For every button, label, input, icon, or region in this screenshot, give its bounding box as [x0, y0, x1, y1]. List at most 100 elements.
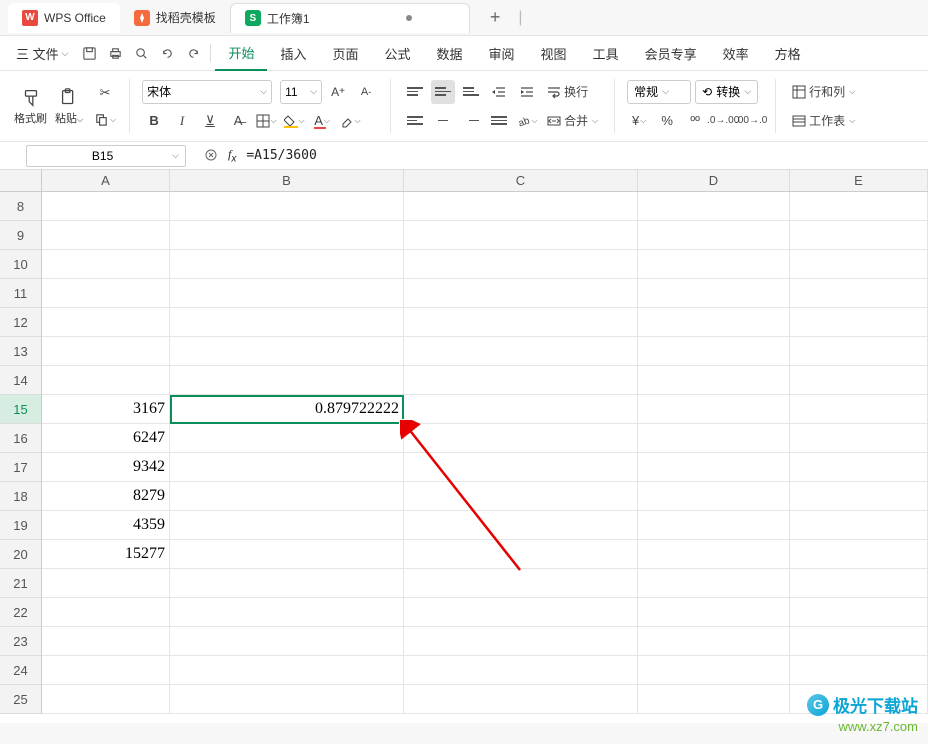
orientation-button[interactable]: ab⌵ [515, 109, 539, 133]
menu-grid[interactable]: 方格 [762, 36, 814, 71]
col-header-A[interactable]: A [42, 170, 170, 191]
menu-member[interactable]: 会员专享 [632, 36, 710, 71]
font-size-select[interactable]: 11⌵ [280, 80, 322, 104]
underline-button[interactable]: ⊻ [198, 109, 222, 133]
print-icon[interactable] [102, 40, 128, 66]
merge-button[interactable]: 合并⌵ [543, 109, 602, 133]
template-tab-label: 找稻壳模板 [156, 9, 216, 26]
cell-A16[interactable]: 6247 [42, 424, 170, 452]
name-box[interactable]: B15 ⌵ [26, 145, 186, 167]
percent-button[interactable]: % [655, 109, 679, 133]
row-header[interactable]: 8 [0, 192, 41, 221]
worksheet-button[interactable]: 工作表⌵ [788, 109, 859, 133]
col-header-C[interactable]: C [404, 170, 638, 191]
font-color-button[interactable]: A⌵ [310, 109, 334, 133]
cell-A20[interactable]: 15277 [42, 540, 170, 568]
italic-button[interactable]: I [170, 109, 194, 133]
align-left-icon [407, 114, 423, 128]
redo-icon[interactable] [180, 40, 206, 66]
menu-start[interactable]: 开始 [215, 36, 267, 71]
row-header[interactable]: 17 [0, 453, 41, 482]
add-tab-button[interactable]: + [482, 7, 509, 28]
number-format-select[interactable]: 常规⌵ [627, 80, 691, 104]
currency-button[interactable]: ¥⌵ [627, 109, 651, 133]
app-tab-workbook[interactable]: S 工作簿1 [230, 3, 470, 33]
row-header[interactable]: 19 [0, 511, 41, 540]
fill-color-button[interactable]: ⌵ [282, 109, 306, 133]
spreadsheet-icon: S [245, 10, 261, 26]
row-header[interactable]: 22 [0, 598, 41, 627]
paste-button[interactable]: 粘贴⌵ [51, 85, 87, 128]
col-header-E[interactable]: E [790, 170, 928, 191]
cell-A18[interactable]: 8279 [42, 482, 170, 510]
align-right-button[interactable] [459, 109, 483, 133]
row-header[interactable]: 23 [0, 627, 41, 656]
save-icon[interactable] [76, 40, 102, 66]
menu-bar: 三 文件 ⌵ 开始 插入 页面 公式 数据 审阅 视图 工具 会员专享 效率 方… [0, 35, 928, 70]
decrease-decimal-button[interactable]: .00→.0 [739, 109, 763, 133]
menu-page[interactable]: 页面 [319, 36, 371, 71]
row-col-button[interactable]: 行和列⌵ [788, 80, 859, 104]
chevron-down-icon: ⌵ [172, 150, 179, 161]
clear-format-button[interactable]: ⌵ [338, 109, 362, 133]
cell-A15[interactable]: 3167 [42, 395, 170, 423]
cell-A17[interactable]: 9342 [42, 453, 170, 481]
bold-button[interactable]: B [142, 109, 166, 133]
cancel-formula-button[interactable] [204, 148, 218, 162]
decrease-font-button[interactable]: A- [354, 80, 378, 104]
spreadsheet-grid[interactable]: A B C D E 8 9 10 11 12 13 14 15 16 17 18… [0, 170, 928, 723]
preview-icon[interactable] [128, 40, 154, 66]
comma-icon: ºº [690, 113, 700, 128]
app-tab-template[interactable]: 找稻壳模板 [120, 3, 230, 33]
fx-icon[interactable]: fx [228, 147, 236, 164]
app-tab-wps[interactable]: W WPS Office [8, 3, 120, 33]
increase-indent-button[interactable] [515, 80, 539, 104]
strikethrough-button[interactable]: A̶ [226, 109, 250, 133]
format-painter-button[interactable]: 格式刷 [10, 85, 51, 128]
row-header[interactable]: 16 [0, 424, 41, 453]
row-header[interactable]: 9 [0, 221, 41, 250]
cell-A19[interactable]: 4359 [42, 511, 170, 539]
copy-button[interactable]: ⌵ [93, 108, 117, 132]
menu-tools[interactable]: 工具 [580, 36, 632, 71]
increase-decimal-button[interactable]: .0→.00 [711, 109, 735, 133]
row-header[interactable]: 15 [0, 395, 41, 424]
row-header[interactable]: 14 [0, 366, 41, 395]
col-header-B[interactable]: B [170, 170, 404, 191]
cut-button[interactable]: ✂ [93, 81, 117, 105]
menu-efficiency[interactable]: 效率 [710, 36, 762, 71]
row-header[interactable]: 21 [0, 569, 41, 598]
col-header-D[interactable]: D [638, 170, 790, 191]
align-middle-button[interactable] [431, 80, 455, 104]
menu-insert[interactable]: 插入 [267, 36, 319, 71]
border-button[interactable]: ⌵ [254, 109, 278, 133]
justify-button[interactable] [487, 109, 511, 133]
wrap-text-button[interactable]: 换行 [543, 80, 592, 104]
row-header[interactable]: 10 [0, 250, 41, 279]
row-header[interactable]: 25 [0, 685, 41, 714]
comma-button[interactable]: ºº [683, 109, 707, 133]
row-header[interactable]: 24 [0, 656, 41, 685]
menu-review[interactable]: 审阅 [476, 36, 528, 71]
align-center-button[interactable] [431, 109, 455, 133]
row-header[interactable]: 18 [0, 482, 41, 511]
menu-formula[interactable]: 公式 [372, 36, 424, 71]
undo-icon[interactable] [154, 40, 180, 66]
file-menu[interactable]: 三 文件 ⌵ [8, 44, 76, 63]
transform-button[interactable]: ⟲转换⌵ [695, 80, 758, 104]
cell-B15[interactable]: 0.879722222 [170, 395, 404, 423]
align-top-button[interactable] [403, 80, 427, 104]
decrease-indent-button[interactable] [487, 80, 511, 104]
increase-font-button[interactable]: A+ [326, 80, 350, 104]
formula-input[interactable]: =A15/3600 [246, 148, 316, 163]
row-header[interactable]: 13 [0, 337, 41, 366]
align-left-button[interactable] [403, 109, 427, 133]
menu-data[interactable]: 数据 [424, 36, 476, 71]
row-header[interactable]: 20 [0, 540, 41, 569]
font-name-select[interactable]: 宋体⌵ [142, 80, 272, 104]
menu-view[interactable]: 视图 [528, 36, 580, 71]
align-bottom-button[interactable] [459, 80, 483, 104]
select-all-corner[interactable] [0, 170, 42, 191]
row-header[interactable]: 12 [0, 308, 41, 337]
row-header[interactable]: 11 [0, 279, 41, 308]
